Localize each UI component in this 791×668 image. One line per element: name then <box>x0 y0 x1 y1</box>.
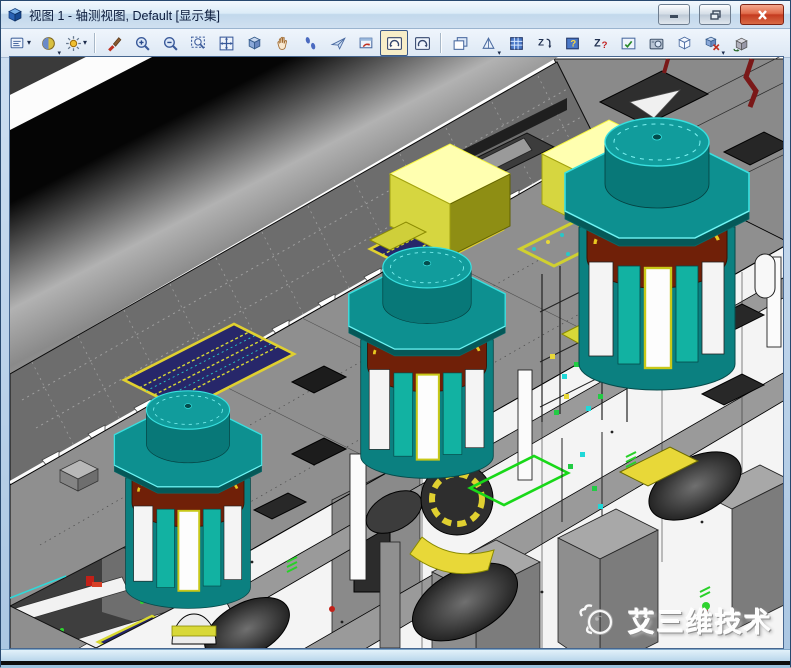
toolbar-button-copy-window[interactable] <box>446 30 474 56</box>
model-scene <box>10 57 784 649</box>
toolbar-button-prism-view[interactable]: ▾ <box>474 30 502 56</box>
toolbar-button-zoom-out[interactable] <box>156 30 184 56</box>
prism-view-icon <box>480 35 497 52</box>
toolbar-button-zoom-fit[interactable] <box>212 30 240 56</box>
orbit-cube-icon <box>246 35 263 52</box>
toolbar-button-shading-sphere[interactable]: ▾ <box>34 30 62 56</box>
toolbar-button-zoom-window[interactable] <box>184 30 212 56</box>
copy-window-icon <box>452 35 469 52</box>
z-order-down-icon: Z <box>536 35 553 52</box>
toolbar-button-redo-view[interactable] <box>408 30 436 56</box>
wireframe-cube-icon <box>676 35 693 52</box>
toolbar-button-view-window-arrow[interactable] <box>352 30 380 56</box>
close-button[interactable] <box>740 4 784 25</box>
toolbar-button-z-query[interactable]: Z? <box>586 30 614 56</box>
toolbar-button-grid-window[interactable] <box>502 30 530 56</box>
toolbar-button-orbit-cube[interactable] <box>240 30 268 56</box>
toolbar: ▾▾▾▾Z?Z?▾ <box>1 29 790 58</box>
sun-icon <box>65 35 82 52</box>
window-title: 视图 1 - 轴测视图, Default [显示集] <box>29 5 220 24</box>
svg-text:?: ? <box>570 38 576 49</box>
toolbar-button-wireframe-cube[interactable] <box>670 30 698 56</box>
toolbar-button-export-cube[interactable] <box>726 30 754 56</box>
toolbar-button-fly-plane[interactable] <box>324 30 352 56</box>
toolbar-separator <box>440 33 442 53</box>
shading-sphere-icon <box>40 35 57 52</box>
3d-viewport[interactable]: 艾三维技术 <box>9 56 784 649</box>
z-query-icon: Z? <box>592 35 609 52</box>
restore-button[interactable] <box>699 4 731 25</box>
zoom-window-icon <box>190 35 207 52</box>
redo-view-icon <box>414 35 431 52</box>
zoom-fit-icon <box>218 35 235 52</box>
dropdown-arrow-icon[interactable]: ▾ <box>27 39 31 47</box>
toolbar-button-view-settings[interactable]: ▾ <box>6 30 34 56</box>
dropdown-arrow-icon[interactable]: ▾ <box>83 39 87 47</box>
paint-brush-icon <box>106 35 123 52</box>
minimize-icon <box>669 10 679 19</box>
app-cube-icon <box>7 7 23 23</box>
titlebar[interactable]: 视图 1 - 轴测视图, Default [显示集] <box>1 1 790 29</box>
zoom-out-icon <box>162 35 179 52</box>
toolbar-button-walk-footprints[interactable] <box>296 30 324 56</box>
toolbar-button-paint-brush[interactable] <box>100 30 128 56</box>
pan-hand-icon <box>274 35 291 52</box>
toolbar-button-camera-capture[interactable] <box>642 30 670 56</box>
walk-footprints-icon <box>302 35 319 52</box>
undo-view-icon <box>386 35 403 52</box>
toolbar-button-undo-view[interactable] <box>380 30 408 56</box>
grid-window-icon <box>508 35 525 52</box>
svg-text:?: ? <box>601 39 607 50</box>
camera-capture-icon <box>648 35 665 52</box>
toolbar-button-zoom-in[interactable] <box>128 30 156 56</box>
query-window-icon: ? <box>564 35 581 52</box>
section-cut-icon <box>704 35 721 52</box>
svg-text:Z: Z <box>538 37 544 48</box>
toolbar-button-sun-lighting[interactable]: ▾ <box>62 30 90 56</box>
toolbar-button-z-order-down[interactable]: Z <box>530 30 558 56</box>
zoom-in-icon <box>134 35 151 52</box>
toolbar-separator <box>94 33 96 53</box>
export-cube-icon <box>732 35 749 52</box>
view-settings-icon <box>9 35 26 52</box>
view-window-arrow-icon <box>358 35 375 52</box>
app-window: 视图 1 - 轴测视图, Default [显示集] ▾▾▾▾Z?Z?▾ <box>0 0 791 667</box>
window-check-icon <box>620 35 637 52</box>
close-icon <box>757 10 768 20</box>
toolbar-button-query-window[interactable]: ? <box>558 30 586 56</box>
fly-plane-icon <box>330 35 347 52</box>
engine-platform-fwd[interactable] <box>114 391 261 609</box>
svg-text:Z: Z <box>594 37 601 49</box>
minimize-button[interactable] <box>658 4 690 25</box>
toolbar-button-pan-hand[interactable] <box>268 30 296 56</box>
engine-platform-mid[interactable] <box>349 247 505 478</box>
engine-platform-aft[interactable] <box>565 118 749 390</box>
toolbar-button-section-cut[interactable]: ▾ <box>698 30 726 56</box>
restore-icon <box>710 10 721 20</box>
toolbar-button-window-check[interactable] <box>614 30 642 56</box>
